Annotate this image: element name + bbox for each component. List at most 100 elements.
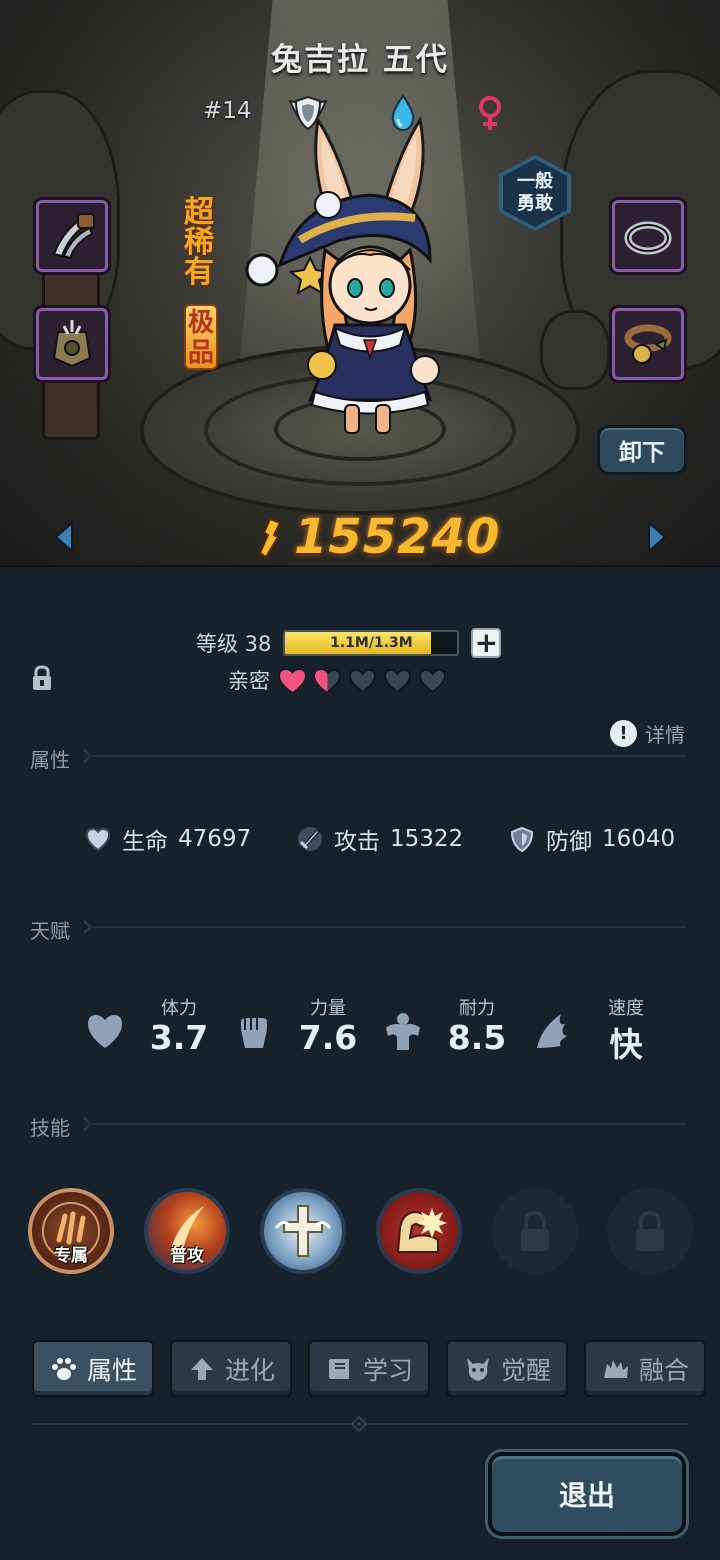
muscle-icon <box>386 1013 420 1050</box>
talent-value: 3.7 <box>149 1018 209 1057</box>
wing-icon <box>537 1014 567 1048</box>
tab-label: 属性 <box>86 1355 137 1385</box>
exit-button[interactable]: 退出 <box>488 1452 686 1536</box>
level-row: 等级 38 1.1M/1.3M + <box>196 628 502 658</box>
skill-label: 专属 <box>54 1246 88 1266</box>
intimacy-hearts[interactable] <box>278 667 447 693</box>
personality-line-2: 勇敢 <box>517 193 553 214</box>
intimacy-heart-icon <box>313 668 342 693</box>
talent-value: 快 <box>609 1025 643 1064</box>
tab-label: 觉醒 <box>500 1355 551 1385</box>
equip-slot-armor[interactable] <box>36 308 108 380</box>
skill-exclusive[interactable]: 专属 <box>28 1188 114 1274</box>
character-number: #14 <box>203 98 252 124</box>
divider-ornament-icon <box>350 1415 368 1433</box>
combat-power: 155240 <box>254 507 500 565</box>
heart-shield-icon <box>85 827 111 852</box>
exp-text: 1.1M/1.3M <box>330 635 413 651</box>
rock-right-small <box>540 310 610 390</box>
female-symbol-icon <box>479 96 501 130</box>
talent-endurance[interactable]: 耐力 8.5 <box>382 992 512 1062</box>
water-drop-icon[interactable] <box>381 93 425 133</box>
talent-stamina[interactable]: 体力 3.7 <box>84 992 214 1062</box>
demon-icon <box>466 1357 489 1381</box>
tab-evolve[interactable]: 进化 <box>170 1340 292 1397</box>
section-divider <box>88 755 686 757</box>
intimacy-label: 亲密 <box>228 669 270 693</box>
skill-locked-2[interactable] <box>607 1188 693 1274</box>
stat-attack: 攻击 15322 <box>296 822 463 856</box>
character-scene: 兔吉拉 五代 #14 超稀有 极品 一般 勇敢 卸下 155240 <box>0 0 720 565</box>
spiked-armor-icon <box>52 320 92 368</box>
stat-defense-label: 防御 <box>546 829 592 855</box>
lock-icon <box>521 1210 549 1251</box>
arrow-up-icon <box>190 1357 213 1380</box>
flexed-arm-icon <box>396 1208 447 1253</box>
skills-section-title: 技能 <box>30 1116 70 1140</box>
talent-label: 耐力 <box>459 998 495 1019</box>
tab-merge[interactable]: 融合 <box>584 1340 706 1397</box>
talent-speed[interactable]: 速度 快 <box>531 992 661 1064</box>
stat-hp: 生命 47697 <box>84 822 251 856</box>
stat-attack-value: 15322 <box>390 826 464 852</box>
intimacy-heart-icon <box>348 668 377 693</box>
talent-label: 力量 <box>310 998 346 1019</box>
talents-row: 体力 3.7 力量 7.6 耐力 8.5 速度 快 <box>0 992 720 1064</box>
details-button[interactable]: ! 详情 <box>610 719 685 748</box>
talent-value: 7.6 <box>298 1018 358 1057</box>
lock-icon <box>636 1210 664 1251</box>
attributes-section-title: 属性 <box>30 748 70 772</box>
skill-flex[interactable] <box>376 1188 462 1274</box>
equip-slot-collar[interactable] <box>612 308 684 380</box>
level-up-button[interactable]: + <box>471 628 502 658</box>
claw-weapon-icon <box>52 213 95 260</box>
bottom-tabs: 属性 进化 学习 觉醒 融合 <box>0 1340 720 1400</box>
bell-collar-icon <box>624 324 672 364</box>
skills-row: 专属 普攻 <box>0 1188 720 1278</box>
character-illustration[interactable] <box>240 100 480 440</box>
sword-icon <box>298 827 322 851</box>
next-character-arrow-icon[interactable] <box>645 520 669 554</box>
talent-value: 8.5 <box>447 1018 507 1057</box>
merge-icon <box>603 1359 628 1378</box>
tab-awaken[interactable]: 觉醒 <box>446 1340 568 1397</box>
quality-badge: 极品 <box>184 304 218 370</box>
info-icon: ! <box>610 720 637 747</box>
lock-icon[interactable] <box>30 664 54 692</box>
intimacy-heart-icon <box>383 668 412 693</box>
winged-cross-icon <box>274 1205 332 1257</box>
skill-holy-cross[interactable] <box>260 1188 346 1274</box>
equip-slot-weapon[interactable] <box>36 200 108 272</box>
skill-locked-1[interactable] <box>492 1188 578 1274</box>
unequip-button[interactable]: 卸下 <box>597 425 687 475</box>
intimacy-heart-icon <box>278 668 307 693</box>
winged-shield-icon[interactable] <box>286 93 330 133</box>
skill-basic-attack[interactable]: 普攻 <box>144 1188 230 1274</box>
stat-hp-label: 生命 <box>122 829 168 855</box>
talent-label: 体力 <box>161 998 197 1019</box>
section-divider <box>88 1123 686 1125</box>
ring-icon <box>624 221 672 255</box>
talent-strength[interactable]: 力量 7.6 <box>233 992 363 1062</box>
combat-power-value: 155240 <box>294 509 501 565</box>
intimacy-heart-icon <box>418 668 447 693</box>
character-name: 兔吉拉 五代 <box>271 42 449 78</box>
equip-slot-ring[interactable] <box>612 200 684 272</box>
prev-character-arrow-icon[interactable] <box>52 520 76 554</box>
stat-hp-value: 47697 <box>178 826 252 852</box>
level-label: 等级 38 <box>196 632 272 656</box>
tab-label: 融合 <box>638 1355 689 1385</box>
book-icon <box>328 1358 349 1379</box>
stat-defense: 防御 16040 <box>508 822 675 856</box>
rarity-label: 超稀有 <box>184 195 214 290</box>
stats-row: 生命 47697 攻击 15322 防御 16040 <box>0 822 720 862</box>
stat-defense-value: 16040 <box>602 826 676 852</box>
heart-icon <box>88 1015 122 1048</box>
personality-line-1: 一般 <box>517 171 553 192</box>
fist-icon <box>241 1018 267 1048</box>
shield-icon <box>510 826 534 853</box>
tab-attributes[interactable]: 属性 <box>32 1340 154 1397</box>
tab-learn[interactable]: 学习 <box>308 1340 430 1397</box>
exp-bar: 1.1M/1.3M <box>283 630 460 656</box>
section-divider <box>88 926 686 928</box>
